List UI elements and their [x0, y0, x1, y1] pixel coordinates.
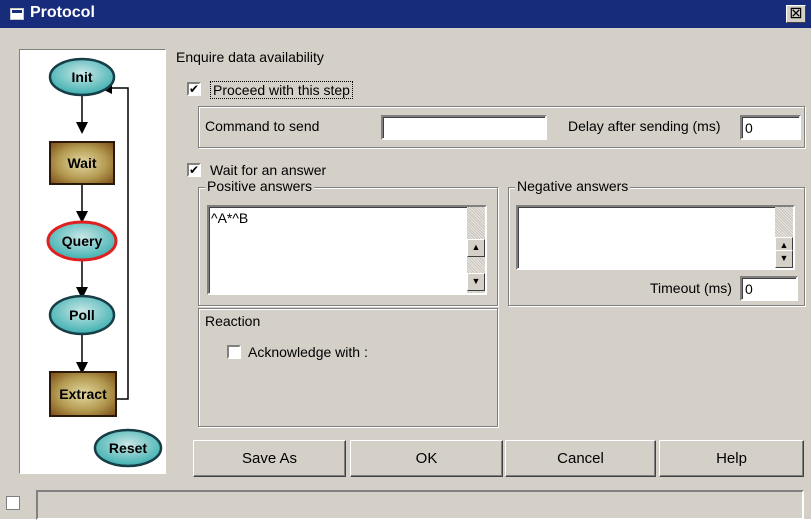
command-label: Command to send: [205, 118, 320, 134]
delay-label: Delay after sending (ms): [568, 118, 721, 134]
cancel-button[interactable]: Cancel: [505, 440, 656, 477]
status-checkbox[interactable]: [6, 496, 20, 510]
flow-node-wait[interactable]: Wait: [49, 141, 115, 185]
save-as-button[interactable]: Save As: [193, 440, 346, 477]
timeout-input[interactable]: 0: [740, 276, 798, 301]
window-title: Protocol: [30, 4, 95, 21]
delay-input[interactable]: 0: [740, 115, 801, 140]
protocol-flow-panel: Init Wait Query Poll Extract Reset: [19, 49, 166, 474]
window-icon: [10, 8, 24, 20]
flow-node-init[interactable]: Init: [48, 57, 116, 97]
timeout-label: Timeout (ms): [650, 280, 732, 296]
reaction-title: Reaction: [205, 313, 261, 329]
wait-answer-checkbox[interactable]: ✔: [187, 163, 201, 177]
proceed-label[interactable]: Proceed with this step: [210, 81, 353, 99]
acknowledge-label[interactable]: Acknowledge with :: [248, 344, 368, 360]
status-bar: [36, 490, 804, 520]
step-heading: Enquire data availability: [176, 49, 324, 65]
negative-answers-title: Negative answers: [515, 178, 631, 194]
flow-node-label: Extract: [59, 386, 107, 402]
flow-node-extract[interactable]: Extract: [49, 371, 117, 417]
scroll-down-button[interactable]: ▼: [467, 273, 485, 291]
flow-node-label: Poll: [69, 307, 95, 323]
flow-diagram: Init Wait Query Poll Extract Reset: [46, 57, 163, 468]
acknowledge-checkbox[interactable]: [227, 345, 241, 359]
positive-answers-list[interactable]: ^A*^B ▲ ▼: [207, 205, 487, 295]
flow-node-label: Reset: [109, 440, 147, 456]
scroll-up-button[interactable]: ▲: [467, 239, 485, 257]
flow-node-label: Init: [72, 69, 93, 85]
flow-node-label: Query: [62, 233, 103, 249]
positive-answer-item[interactable]: ^A*^B: [211, 210, 248, 226]
flow-node-label: Wait: [67, 155, 96, 171]
wait-answer-label[interactable]: Wait for an answer: [210, 162, 326, 178]
command-input[interactable]: [381, 115, 547, 140]
flow-node-reset[interactable]: Reset: [93, 428, 163, 468]
negative-answers-list[interactable]: ▲ ▼: [516, 205, 795, 270]
proceed-checkbox[interactable]: ✔: [187, 82, 201, 96]
scroll-down-button[interactable]: ▼: [775, 250, 793, 268]
flow-node-poll[interactable]: Poll: [48, 294, 116, 336]
help-button[interactable]: Help: [659, 440, 804, 477]
title-bar[interactable]: Protocol ⊠: [0, 0, 811, 28]
close-button[interactable]: ⊠: [786, 5, 806, 23]
negative-scrollbar[interactable]: ▲ ▼: [775, 207, 793, 268]
positive-answers-title: Positive answers: [205, 178, 315, 194]
protocol-window: Protocol ⊠ Init Wait Query Poll Extract …: [0, 0, 811, 520]
positive-scrollbar[interactable]: ▲ ▼: [467, 207, 485, 293]
flow-node-query[interactable]: Query: [46, 220, 118, 262]
ok-button[interactable]: OK: [350, 440, 503, 477]
